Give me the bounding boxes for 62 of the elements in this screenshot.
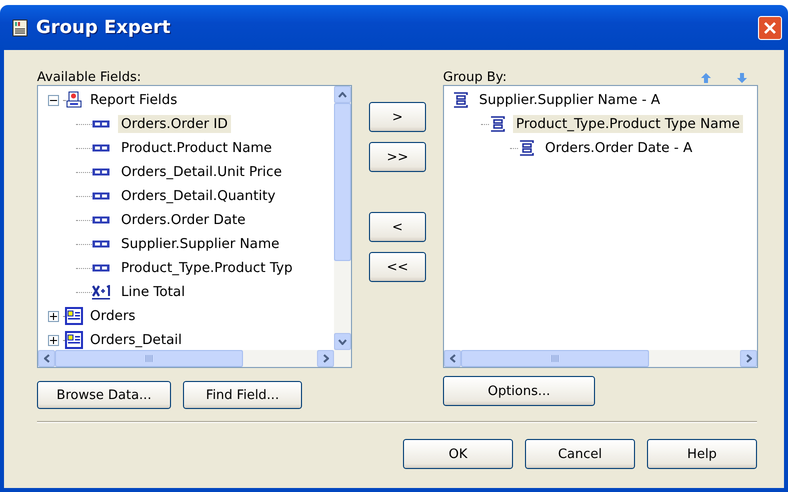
dialog-button[interactable]: Cancel — [525, 439, 635, 469]
move-button[interactable]: > — [369, 102, 426, 132]
expand-toggle[interactable] — [48, 310, 59, 322]
move-button[interactable]: << — [369, 252, 426, 282]
group-icon — [452, 91, 470, 109]
options-button[interactable]: Options... — [443, 376, 595, 406]
dialog-button[interactable]: Browse Data... — [37, 381, 171, 409]
chevron-up-icon[interactable] — [338, 92, 347, 98]
collapse-toggle[interactable] — [48, 94, 59, 106]
report-icon — [12, 18, 28, 36]
group-icon — [489, 115, 507, 133]
dialog-button[interactable]: Find Field... — [183, 381, 302, 409]
tree-item[interactable]: Orders.Order Date — [118, 211, 249, 229]
grip-icon — [550, 355, 559, 362]
grip-icon — [144, 355, 153, 362]
group-item[interactable]: Product_Type.Product Type Name — [513, 115, 743, 133]
dialog-button[interactable]: Help — [647, 439, 757, 469]
window-title: Group Expert — [36, 17, 172, 38]
table-icon — [65, 307, 83, 325]
tree-item[interactable]: Orders_Detail.Unit Price — [118, 163, 285, 181]
plus-icon — [50, 336, 57, 344]
field-label: Available Fields: — [37, 70, 142, 85]
plus-icon — [50, 312, 57, 320]
field-icon — [92, 240, 110, 248]
tree-item[interactable]: Line Total — [118, 283, 188, 301]
chevron-left-icon[interactable] — [450, 354, 456, 363]
expand-toggle[interactable] — [48, 334, 59, 346]
tree-item[interactable]: Supplier.Supplier Name — [118, 235, 282, 253]
move-up-icon[interactable] — [700, 72, 712, 84]
dialog-button[interactable]: OK — [403, 439, 513, 469]
field-icon — [92, 192, 110, 200]
move-button[interactable]: < — [369, 212, 426, 242]
table-icon — [65, 331, 83, 349]
tree-item[interactable]: Product.Product Name — [118, 139, 275, 157]
move-down-icon[interactable] — [736, 72, 748, 84]
chevron-right-icon[interactable] — [322, 354, 328, 363]
field-icon — [92, 264, 110, 272]
tree-item[interactable]: Product_Type.Product Typ — [118, 259, 296, 277]
chevron-left-icon[interactable] — [44, 354, 50, 363]
field-icon — [92, 120, 110, 128]
move-button[interactable]: >> — [369, 142, 426, 172]
tree-item[interactable]: Report Fields — [87, 91, 180, 109]
field-label: Group By: — [443, 70, 507, 85]
report-icon — [65, 91, 83, 109]
field-icon — [92, 144, 110, 152]
formula-icon — [92, 284, 110, 300]
tree-item[interactable]: Orders_Detail.Quantity — [118, 187, 279, 205]
horizontal-scrollbar[interactable] — [444, 350, 757, 367]
tree-item[interactable]: Orders — [87, 307, 138, 325]
field-icon — [92, 216, 110, 224]
chevron-right-icon[interactable] — [746, 354, 752, 363]
group-item[interactable]: Supplier.Supplier Name - A — [476, 91, 664, 109]
close-button[interactable] — [758, 16, 782, 40]
field-icon — [92, 168, 110, 176]
horizontal-scrollbar[interactable] — [38, 350, 351, 367]
close-icon — [763, 20, 777, 34]
group-icon — [518, 139, 536, 157]
group-item[interactable]: Orders.Order Date - A — [542, 139, 696, 157]
tree-item[interactable]: Orders.Order ID — [118, 115, 231, 133]
chevron-down-icon[interactable] — [338, 338, 347, 344]
vertical-scrollbar[interactable] — [334, 86, 351, 350]
tree-item[interactable]: Orders_Detail — [87, 331, 185, 349]
